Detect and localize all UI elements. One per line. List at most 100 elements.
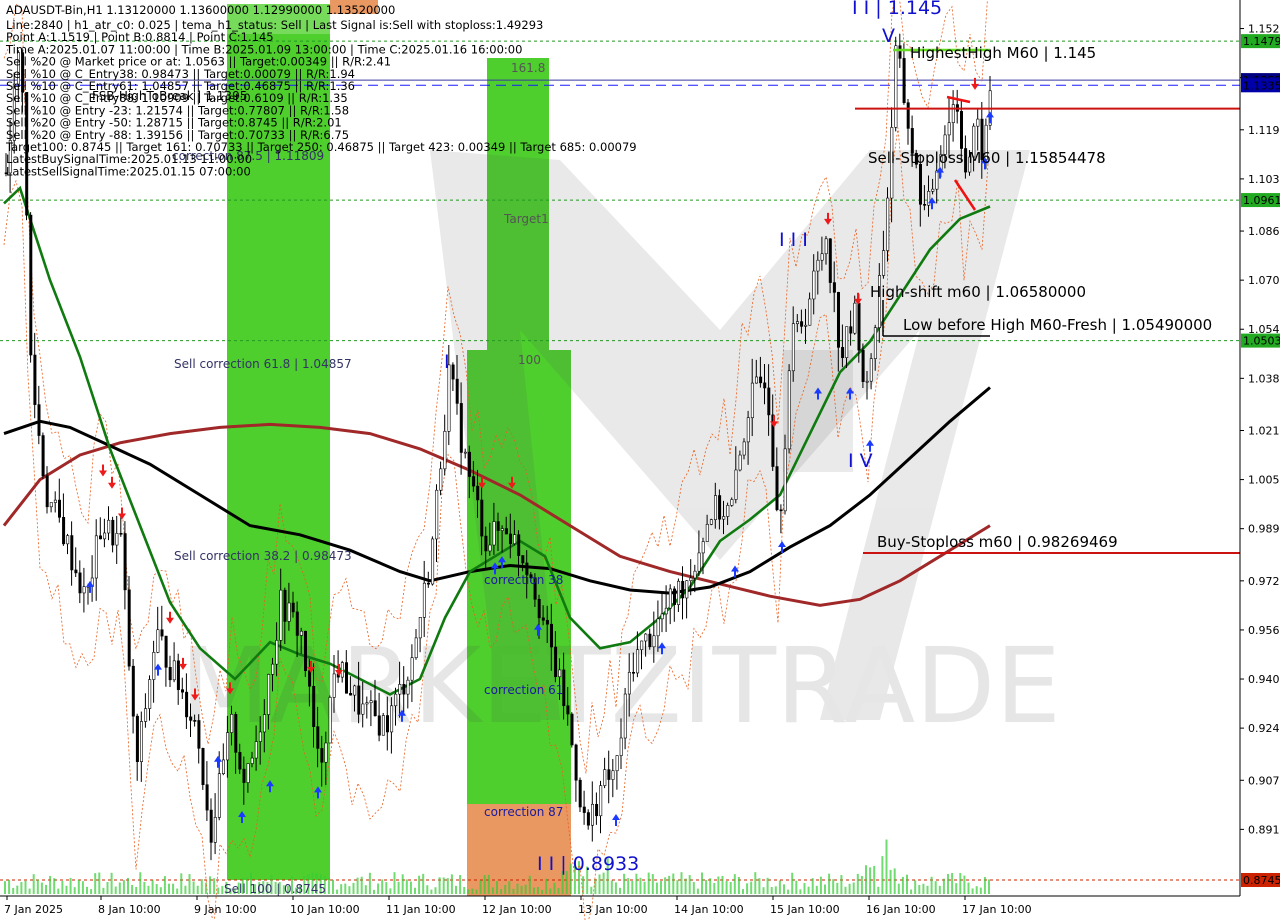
candle-body [340,662,344,678]
candle-body [82,586,86,594]
volume-bar [897,883,900,894]
candle-body [140,721,144,762]
candle-body [238,752,242,770]
volume-bar [746,883,749,894]
candle-body [234,714,238,753]
candle-body [902,58,906,104]
zone-label: 161.8 [511,61,545,75]
volume-bar [885,839,888,894]
volume-bar [131,884,134,894]
volume-bar [705,880,708,894]
volume-bar [217,887,220,894]
volume-bar [200,879,203,894]
candle-body [722,516,726,520]
volume-bar [520,885,523,894]
candle-body [168,667,172,681]
volume-bar [742,889,744,894]
wave-label: I I I [779,229,808,251]
candlestick-chart: MARKETZITRADE HighestHigh M60 | 1.145Sel… [0,0,1280,920]
candle-body [873,327,877,359]
volume-bar [791,872,794,894]
volume-bar [151,880,154,894]
volume-bar [336,889,339,894]
candle-body [508,533,512,544]
volume-bar [877,886,880,894]
candle-body [127,589,131,667]
candle-body [316,726,320,749]
volume-bar [422,873,425,894]
candle-body [107,519,111,534]
candle-body [291,602,295,613]
candle-body [29,214,33,356]
candle-body [258,731,262,742]
candle-body [791,323,795,372]
candle-body [349,692,353,696]
candle-body [746,417,750,443]
price-tag-text: 1.1335 [1243,79,1280,92]
candle-body [836,292,840,348]
zone-label: correction 61 [484,683,563,697]
volume-bar [975,886,978,894]
candle-body [697,552,701,572]
volume-bar [213,878,216,894]
candle-body [365,702,369,705]
candle-body [685,580,689,599]
volume-bar [163,876,166,894]
volume-bar [655,882,658,894]
volume-bar [81,881,84,894]
volume-bar [545,878,548,894]
volume-bar [684,878,687,894]
volume-bar [660,881,662,894]
candle-body [640,640,644,650]
volume-bar [483,875,486,894]
y-tick-label: 0.972 [1248,575,1280,588]
volume-bar [979,887,982,894]
candle-body [865,380,869,383]
candle-body [103,532,107,540]
candle-body [410,657,414,681]
candle-body [156,629,160,653]
annotation-label: HighestHigh M60 | 1.145 [910,44,1096,62]
volume-bar [709,878,712,894]
annotation-label: High-shift m60 | 1.06580000 [870,283,1086,301]
volume-bar [668,875,671,894]
volume-bar [65,885,68,894]
candle-body [754,376,758,384]
volume-bar [455,885,457,894]
zone-label: Sell 100 | 0.8745 [224,882,326,896]
candle-body [230,714,234,733]
volume-bar [672,873,675,894]
volume-bar [971,888,974,894]
volume-bar [184,885,187,894]
candle-body [492,521,496,546]
candle-body [595,803,599,817]
candle-body [447,364,451,432]
candle-body [344,662,348,694]
candle-body [861,349,865,382]
volume-bar [135,886,138,894]
candle-body [693,570,697,579]
candle-body [205,784,209,811]
candle-body [287,602,291,622]
price-tag-text: 1.1479 [1243,35,1280,48]
candle-body [849,326,853,334]
candle-body [668,588,672,609]
volume-bar [4,881,6,894]
volume-bar [639,877,642,894]
volume-bar [53,878,56,894]
candle-body [152,652,156,680]
volume-bar [819,876,822,894]
candle-body [656,618,660,637]
x-tick-label: 9 Jan 10:00 [194,903,257,916]
volume-bar [988,879,990,894]
x-tick-label: 11 Jan 10:00 [386,903,456,916]
zone-label: 100 [518,353,541,367]
candle-body [513,534,517,544]
candle-body [33,354,37,405]
volume-bar [881,856,884,894]
candle-body [615,755,619,772]
info-line: LatestSellSignalTime:2025.01.15 07:00:00 [6,164,251,178]
candle-body [808,298,812,326]
volume-bar [143,881,146,894]
candle-body [144,708,148,722]
